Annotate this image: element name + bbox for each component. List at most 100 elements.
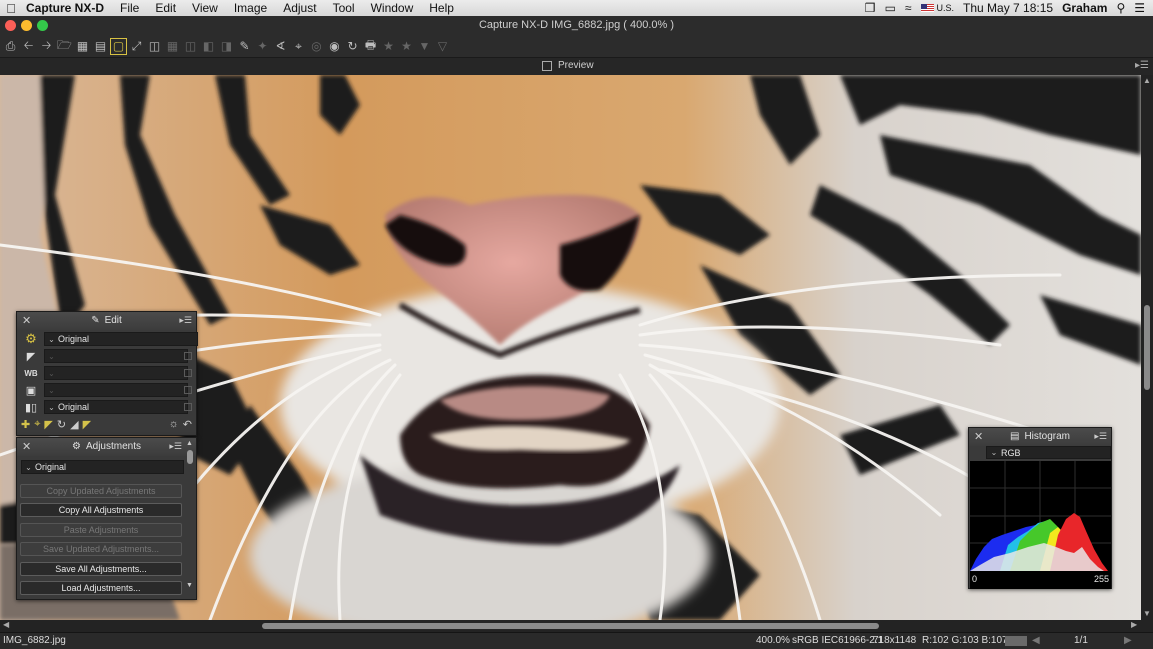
menu-edit[interactable]: Edit	[147, 1, 184, 15]
control-point-icon[interactable]: ◎	[309, 39, 324, 54]
menu-image[interactable]: Image	[226, 1, 275, 15]
copy-all-adjustments-button[interactable]: Copy All Adjustments	[20, 503, 182, 517]
back-icon[interactable]: 🡠	[21, 38, 36, 54]
curves-icon[interactable]: ◤	[83, 418, 91, 431]
add-adjustment-icon[interactable]: ✚	[21, 418, 30, 431]
scroll-right-arrow-icon[interactable]: ▶	[1131, 620, 1137, 629]
save-all-adjustments-button[interactable]: Save All Adjustments...	[20, 562, 182, 576]
menu-clock[interactable]: Thu May 7 18:15	[963, 1, 1053, 15]
vertical-scroll-thumb[interactable]	[1144, 305, 1150, 390]
horizontal-scroll-thumb[interactable]	[262, 623, 879, 629]
histogram-channel-value: RGB	[1001, 447, 1021, 458]
single-view-icon[interactable]: ▢	[110, 37, 127, 55]
notification-center-icon[interactable]: ☰	[1134, 1, 1145, 15]
menu-app-name[interactable]: Capture NX-D	[22, 1, 112, 15]
edit-checkbox[interactable]	[184, 403, 192, 411]
preview-header: Preview ▸☰	[0, 57, 1153, 75]
next-image-icon[interactable]: ▶	[1124, 635, 1132, 646]
auto-retouch-icon[interactable]: ✦	[255, 39, 270, 54]
display-icon[interactable]: 🖶	[363, 38, 378, 54]
panel-options-icon[interactable]: ▸☰	[179, 315, 192, 326]
rating-icon[interactable]: ★	[381, 39, 396, 54]
adjustments-scrollbar[interactable]: ▲ ▼	[186, 440, 194, 599]
red-eye-icon[interactable]: ◉	[327, 39, 342, 54]
rotate-icon[interactable]: ↻	[57, 418, 66, 431]
edit-select-3[interactable]: ⌄	[44, 366, 188, 380]
levels-icon[interactable]: ◤	[44, 418, 52, 431]
compare-side-icon[interactable]: ◫	[183, 39, 198, 54]
panel-options-icon[interactable]: ▸☰	[1094, 431, 1107, 442]
histogram-channel-select[interactable]: ⌄ RGB	[986, 446, 1111, 459]
exposure-icon[interactable]: ◤	[23, 349, 39, 363]
menu-file[interactable]: File	[112, 1, 147, 15]
load-adjustments-button[interactable]: Load Adjustments...	[20, 581, 182, 595]
compare-four-icon[interactable]: ▦	[165, 39, 180, 54]
edit-select-2[interactable]: ⌄	[44, 349, 188, 363]
gear-icon[interactable]: ⚙	[23, 331, 39, 346]
version-icon[interactable]: ▮▯	[23, 400, 39, 414]
save-updated-adjustments-button[interactable]: Save Updated Adjustments...	[20, 542, 182, 556]
edit-checkbox[interactable]	[184, 386, 192, 394]
edit-select-4[interactable]: ⌄	[44, 383, 188, 397]
paste-adjustments-button[interactable]: Paste Adjustments	[20, 523, 182, 537]
reset-icon[interactable]: ☼	[169, 418, 179, 430]
horizontal-scrollbar[interactable]: ◀ ▶	[0, 620, 1153, 632]
filter-settings-icon[interactable]: ▽	[435, 39, 450, 54]
previous-image-icon[interactable]: ◀	[1032, 635, 1040, 646]
menu-help[interactable]: Help	[421, 1, 462, 15]
rotate-icon[interactable]: ↻	[345, 39, 360, 54]
dropbox-icon[interactable]: ❒	[865, 1, 876, 15]
edit-select-5[interactable]: ⌄ Original	[44, 400, 188, 414]
scroll-left-arrow-icon[interactable]: ◀	[3, 620, 9, 629]
thumbnail-grid-icon[interactable]: ▦	[75, 39, 90, 54]
scroll-up-arrow-icon[interactable]: ▲	[186, 440, 193, 447]
scroll-up-arrow-icon[interactable]: ▲	[1143, 76, 1151, 85]
adjustments-scroll-thumb[interactable]	[187, 450, 193, 464]
compare-multi-icon[interactable]: ◧	[201, 39, 216, 54]
compare-two-icon[interactable]: ◫	[147, 39, 162, 54]
input-source[interactable]: U.S.	[937, 3, 955, 13]
color-picker-icon[interactable]: ✎	[237, 39, 252, 54]
forward-icon[interactable]: 🡢	[39, 38, 54, 54]
chevron-down-icon: ⌄	[48, 334, 55, 344]
menu-window[interactable]: Window	[363, 1, 422, 15]
menu-tool[interactable]: Tool	[325, 1, 363, 15]
menu-view[interactable]: View	[184, 1, 226, 15]
star-icon[interactable]: ★	[399, 39, 414, 54]
edit-select-1[interactable]: ⌄ Original	[44, 332, 198, 346]
menu-adjust[interactable]: Adjust	[275, 1, 324, 15]
scroll-down-arrow-icon[interactable]: ▼	[1143, 609, 1151, 618]
scroll-down-arrow-icon[interactable]: ▼	[186, 582, 193, 589]
panel-options-icon[interactable]: ▸☰	[169, 441, 182, 452]
adjustments-select[interactable]: ⌄ Original	[21, 460, 184, 474]
edit-tools-row: ✚ ⌖ ◤ ↻ ◢ ◤ ☼ ↶	[21, 416, 192, 432]
crop-tool-icon[interactable]: ⌖	[34, 418, 40, 431]
chevron-down-icon: ⌄	[990, 448, 998, 457]
spotlight-search-icon[interactable]: ⚲	[1116, 1, 1125, 15]
vertical-scrollbar[interactable]: ▲ ▼	[1141, 75, 1153, 620]
full-screen-icon[interactable]: ⤢	[129, 39, 144, 54]
picture-control-icon[interactable]: ▣	[23, 383, 39, 397]
open-folder-icon[interactable]: 🗁	[57, 38, 72, 54]
apple-icon[interactable]: 	[0, 1, 22, 16]
histogram-max-label: 255	[1093, 574, 1109, 584]
print-icon[interactable]: ⎙	[3, 39, 18, 54]
flag-us-icon[interactable]	[920, 4, 934, 12]
white-balance-icon[interactable]: WB	[23, 366, 39, 380]
edit-checkbox[interactable]	[184, 369, 192, 377]
undo-icon[interactable]: ↶	[183, 418, 192, 431]
edit-checkbox[interactable]	[184, 352, 192, 360]
before-after-icon[interactable]: ◨	[219, 39, 234, 54]
straighten-icon[interactable]: ∢	[273, 39, 288, 54]
airplay-icon[interactable]: ▭	[885, 1, 896, 15]
panel-options-icon[interactable]: ▸☰	[1135, 60, 1149, 71]
copy-updated-adjustments-button[interactable]: Copy Updated Adjustments	[20, 484, 182, 498]
filter-icon[interactable]: ▼	[417, 39, 432, 54]
filmstrip-icon[interactable]: ▤	[93, 39, 108, 54]
preview-checkbox[interactable]	[542, 60, 552, 71]
straighten-icon[interactable]: ◢	[70, 418, 78, 431]
crop-icon[interactable]: ⌖	[291, 39, 306, 54]
user-name[interactable]: Graham	[1062, 1, 1107, 15]
wifi-icon[interactable]: ≈	[905, 1, 912, 15]
chevron-down-icon: ⌄	[48, 368, 55, 378]
